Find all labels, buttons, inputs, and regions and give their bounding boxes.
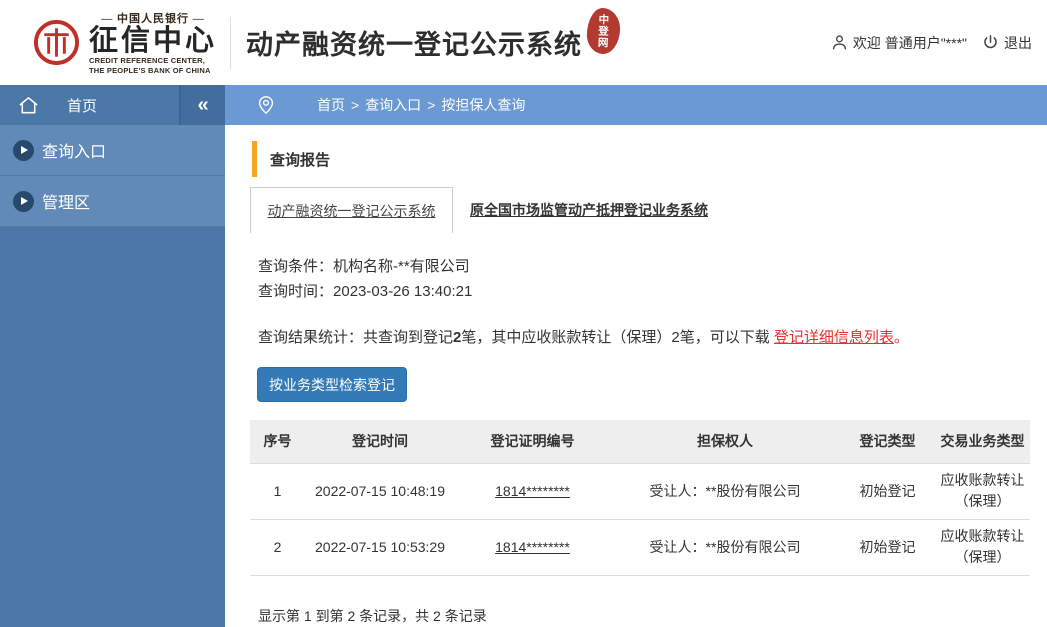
- home-icon: [17, 94, 40, 117]
- cell-registration-time: 2022-07-15 10:48:19: [305, 463, 455, 519]
- sidebar-item-label: 查询入口: [42, 138, 106, 162]
- badge-text: 中登网: [595, 13, 611, 48]
- main-panel: 查询报告 动产融资统一登记公示系统 原全国市场监管动产抵押登记业务系统 查询条件…: [225, 125, 1047, 627]
- cell-business-type: 应收账款转让 （保理）: [935, 463, 1030, 519]
- stats-prefix: 查询结果统计：共查询到登记: [258, 329, 453, 346]
- registration-detail-list-link[interactable]: 登记详细信息列表: [774, 329, 894, 346]
- breadcrumb-query-entry[interactable]: 查询入口: [365, 95, 421, 115]
- sidebar-filler: [0, 227, 225, 627]
- table-header-row: 序号 登记时间 登记证明编号 担保权人 登记类型 交易业务类型: [250, 420, 1030, 463]
- logo-english-caption: CREDIT REFERENCE CENTER, THE PEOPLE'S BA…: [89, 56, 217, 76]
- sidebar-item-label: 管理区: [42, 189, 90, 213]
- cell-business-type: 应收账款转让 （保理）: [935, 519, 1030, 575]
- logout-button[interactable]: 退出: [981, 33, 1032, 53]
- cell-registration-type: 初始登记: [840, 519, 935, 575]
- query-time-value: 2023-03-26 13:40:21: [333, 283, 472, 300]
- col-header-certificate-number: 登记证明编号: [455, 420, 610, 463]
- result-statistics-line: 查询结果统计：共查询到登记2笔，其中应收账款转让（保理）2笔，可以下载 登记详细…: [258, 326, 1047, 347]
- breadcrumb-current-page: 按担保人查询: [441, 95, 525, 115]
- location-pin-icon: [255, 94, 277, 116]
- cell-secured-party: 受让人：**股份有限公司: [610, 463, 840, 519]
- header-divider: [230, 17, 231, 69]
- bank-name-line: — 中国人民银行 —: [89, 10, 217, 26]
- play-circle-icon: [13, 140, 34, 161]
- filter-by-business-type-button[interactable]: 按业务类型检索登记: [257, 367, 407, 402]
- power-icon: [981, 33, 1000, 52]
- credit-center-logo: — 中国人民银行 — 征信中心 CREDIT REFERENCE CENTER,…: [33, 10, 217, 76]
- cell-registration-type: 初始登记: [840, 463, 935, 519]
- app-header: — 中国人民银行 — 征信中心 CREDIT REFERENCE CENTER,…: [0, 0, 1047, 85]
- col-header-secured-party: 担保权人: [610, 420, 840, 463]
- registration-results-table: 序号 登记时间 登记证明编号 担保权人 登记类型 交易业务类型 1 2022-0…: [250, 420, 1030, 576]
- breadcrumb-separator: >: [427, 97, 435, 113]
- section-header: 查询报告: [252, 141, 1047, 177]
- pagination-summary: 显示第 1 到第 2 条记录，共 2 条记录: [258, 606, 1047, 626]
- query-time-line: 查询时间：2023-03-26 13:40:21: [258, 279, 1047, 304]
- col-header-index: 序号: [250, 420, 305, 463]
- col-header-registration-type: 登记类型: [840, 420, 935, 463]
- credit-center-name: 征信中心: [89, 26, 217, 56]
- sidebar-item-query-entry[interactable]: 查询入口: [0, 125, 225, 176]
- user-icon: [830, 33, 849, 52]
- welcome-text: 欢迎 普通用户"***": [853, 33, 967, 53]
- section-title: 查询报告: [270, 149, 330, 170]
- certificate-number-link[interactable]: 1814********: [495, 539, 570, 555]
- zhongdengwang-seal-badge: 中登网: [586, 7, 621, 54]
- query-time-label: 查询时间：: [258, 283, 333, 300]
- breadcrumb-separator: >: [351, 97, 359, 113]
- sidebar-home-label: 首页: [67, 95, 97, 116]
- tab-former-market-supervision-system[interactable]: 原全国市场监管动产抵押登记业务系统: [470, 187, 708, 233]
- play-circle-icon: [13, 191, 34, 212]
- tab-label: 原全国市场监管动产抵押登记业务系统: [470, 200, 708, 220]
- col-header-registration-time: 登记时间: [305, 420, 455, 463]
- tab-unified-registration-system[interactable]: 动产融资统一登记公示系统: [250, 187, 453, 233]
- cell-secured-party: 受让人：**股份有限公司: [610, 519, 840, 575]
- breadcrumb: 首页 > 查询入口 > 按担保人查询: [225, 85, 1047, 125]
- stats-middle: 笔，其中应收账款转让（保理）2笔，可以下载: [461, 329, 774, 346]
- query-condition-value: 机构名称-**有限公司: [333, 258, 470, 275]
- col-header-business-type: 交易业务类型: [935, 420, 1030, 463]
- breadcrumb-home[interactable]: 首页: [317, 95, 345, 115]
- cell-registration-time: 2022-07-15 10:53:29: [305, 519, 455, 575]
- tab-label: 动产融资统一登记公示系统: [268, 201, 436, 221]
- pboc-seal-icon: [33, 19, 80, 66]
- system-tabs: 动产融资统一登记公示系统 原全国市场监管动产抵押登记业务系统: [250, 187, 1047, 233]
- system-title: 动产融资统一登记公示系统: [246, 23, 582, 62]
- query-condition-line: 查询条件：机构名称-**有限公司: [258, 254, 1047, 279]
- certificate-number-link[interactable]: 1814********: [495, 483, 570, 499]
- logout-label: 退出: [1004, 33, 1032, 53]
- sidebar-collapse-button[interactable]: «: [179, 85, 225, 125]
- stats-suffix: 。: [894, 329, 909, 346]
- cell-index: 2: [250, 519, 305, 575]
- user-area: 欢迎 普通用户"***" 退出: [830, 33, 1032, 53]
- query-info: 查询条件：机构名称-**有限公司 查询时间：2023-03-26 13:40:2…: [258, 254, 1047, 304]
- cell-index: 1: [250, 463, 305, 519]
- sidebar: 首页 « 查询入口 管理区: [0, 85, 225, 627]
- table-row: 1 2022-07-15 10:48:19 1814******** 受让人：*…: [250, 463, 1030, 519]
- orange-accent-bar: [252, 141, 257, 177]
- sidebar-item-admin-area[interactable]: 管理区: [0, 176, 225, 227]
- sidebar-home-row[interactable]: 首页 «: [0, 85, 225, 125]
- query-condition-label: 查询条件：: [258, 258, 333, 275]
- table-row: 2 2022-07-15 10:53:29 1814******** 受让人：*…: [250, 519, 1030, 575]
